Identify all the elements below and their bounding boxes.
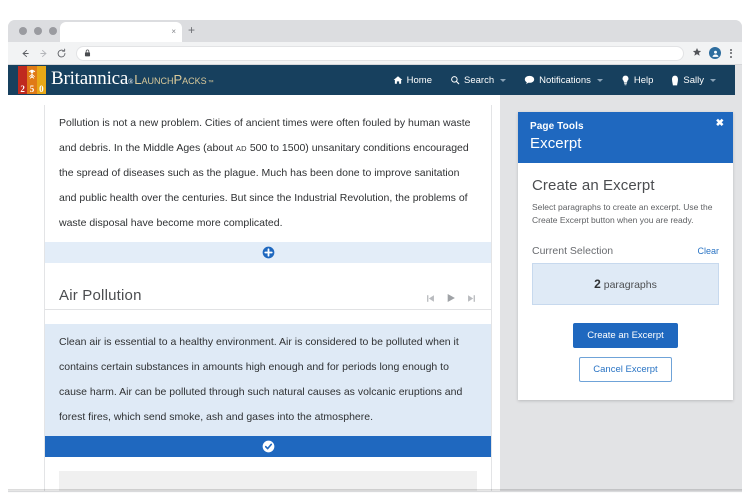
window-minimize-dot[interactable] <box>34 27 42 35</box>
page-tools-title: Excerpt <box>530 135 582 152</box>
paragraph-smallcaps: AD <box>235 144 247 153</box>
window-controls[interactable] <box>19 27 57 35</box>
chevron-down-icon <box>500 78 507 82</box>
nav-item-help[interactable]: Help <box>612 65 663 95</box>
badge-digit: 2 <box>20 84 25 94</box>
nav-item-notifications[interactable]: Notifications <box>515 65 612 95</box>
chevron-down-icon <box>596 78 603 82</box>
selection-count-text: 2 paragraphs <box>594 277 657 291</box>
excerpt-heading: Create an Excerpt <box>532 177 655 194</box>
page-viewport: 2 5 0 Britannica ® LaunchPacks ™ Home Se… <box>8 65 742 491</box>
britannica-logo[interactable]: 2 5 0 Britannica ® LaunchPacks ™ <box>8 65 214 95</box>
nav-label: Search <box>464 74 495 86</box>
skip-next-icon[interactable] <box>466 293 477 304</box>
brand-wordmark: Britannica <box>51 67 129 89</box>
lock-icon <box>84 49 91 57</box>
profile-avatar-icon[interactable] <box>709 47 721 59</box>
browser-toolbar <box>8 42 742 65</box>
search-icon <box>450 75 460 85</box>
badge-digit: 5 <box>29 84 35 94</box>
nav-label: Help <box>633 74 654 86</box>
lightbulb-icon <box>621 75 630 86</box>
create-excerpt-button[interactable]: Create an Excerpt <box>573 323 678 348</box>
page-tools-body: Create an Excerpt Select paragraphs to c… <box>518 163 733 400</box>
paragraph-text-suffix: 500 to 1500) unsanitary conditions encou… <box>59 142 469 229</box>
selection-summary-box: 2 paragraphs <box>532 263 719 305</box>
page-tools-header: Page Tools Excerpt ✖ <box>518 112 733 163</box>
close-icon[interactable]: ✖ <box>716 119 724 129</box>
selection-count-value: 2 <box>594 277 601 291</box>
window-maximize-dot[interactable] <box>49 27 57 35</box>
thistle-icon <box>18 66 46 84</box>
site-navigation: Home Search Notifications Help Sally <box>384 65 735 95</box>
skip-previous-icon[interactable] <box>425 293 436 304</box>
document-column: Pollution is not a new problem. Cities o… <box>8 95 500 491</box>
add-circle-icon[interactable] <box>262 246 275 259</box>
paragraph-block[interactable]: Pollution is not a new problem. Cities o… <box>45 105 491 242</box>
cancel-excerpt-button[interactable]: Cancel Excerpt <box>579 357 672 382</box>
check-circle-icon[interactable] <box>262 440 275 453</box>
site-header: 2 5 0 Britannica ® LaunchPacks ™ Home Se… <box>8 65 735 95</box>
section-title: Air Pollution <box>59 287 142 304</box>
play-icon[interactable] <box>445 292 457 304</box>
home-icon <box>393 75 403 85</box>
browser-tab[interactable]: × <box>60 22 182 42</box>
nav-label: Notifications <box>539 74 591 86</box>
excerpt-description: Select paragraphs to create an excerpt. … <box>532 202 713 225</box>
primary-action-row: Create an Excerpt <box>532 323 719 348</box>
address-bar[interactable] <box>76 45 684 61</box>
window-close-dot[interactable] <box>19 27 27 35</box>
selection-count-unit: paragraphs <box>603 279 657 291</box>
document-sheet: Pollution is not a new problem. Cities o… <box>44 105 492 491</box>
badge-digit: 0 <box>39 84 44 94</box>
back-arrow-icon[interactable] <box>16 44 34 62</box>
kebab-menu-icon[interactable] <box>728 48 734 58</box>
secondary-action-row: Cancel Excerpt <box>532 357 719 382</box>
chat-bubble-icon <box>524 75 535 85</box>
window-shadow <box>8 489 742 493</box>
page-tools-panel: Page Tools Excerpt ✖ Create an Excerpt S… <box>518 112 733 400</box>
section-header: Air Pollution <box>45 273 491 310</box>
paragraph-block-selected[interactable]: Clean air is essential to a healthy envi… <box>45 324 491 436</box>
current-selection-label: Current Selection <box>532 245 614 257</box>
reload-icon[interactable] <box>52 44 70 62</box>
add-paragraph-bar[interactable] <box>45 242 491 263</box>
browser-window: × + 2 5 0 Britannica ® LaunchPacks ™ Hom… <box>8 20 742 492</box>
registered-mark: ® <box>128 77 134 86</box>
anniversary-250-badge: 2 5 0 <box>18 66 46 94</box>
nav-item-home[interactable]: Home <box>384 65 441 95</box>
star-icon[interactable] <box>692 47 702 60</box>
media-placeholder-block <box>59 471 477 491</box>
forward-arrow-icon[interactable] <box>34 44 52 62</box>
badge-digits: 2 5 0 <box>18 84 46 94</box>
page-tools-rail: Page Tools Excerpt ✖ Create an Excerpt S… <box>500 95 742 491</box>
clear-selection-link[interactable]: Clear <box>697 246 719 256</box>
page-tools-eyebrow: Page Tools <box>530 121 584 132</box>
product-wordmark: LaunchPacks <box>134 71 207 87</box>
close-icon[interactable]: × <box>171 28 176 36</box>
confirm-selection-bar[interactable] <box>45 436 491 457</box>
user-icon <box>671 75 679 86</box>
nav-label: Home <box>406 74 432 86</box>
toolbar-actions <box>690 47 734 60</box>
media-controls <box>425 292 477 304</box>
nav-label: Sally <box>683 74 704 86</box>
chevron-down-icon <box>710 78 716 82</box>
browser-tab-strip: × + <box>8 20 742 42</box>
page-body: Pollution is not a new problem. Cities o… <box>8 95 742 491</box>
nav-item-user[interactable]: Sally <box>662 65 725 95</box>
current-selection-row: Current Selection Clear <box>532 245 719 257</box>
screenshot-root: × + 2 5 0 Britannica ® LaunchPacks ™ Hom… <box>0 0 750 500</box>
nav-item-search[interactable]: Search <box>441 65 515 95</box>
trademark-mark: ™ <box>207 79 214 86</box>
new-tab-button[interactable]: + <box>188 24 195 36</box>
